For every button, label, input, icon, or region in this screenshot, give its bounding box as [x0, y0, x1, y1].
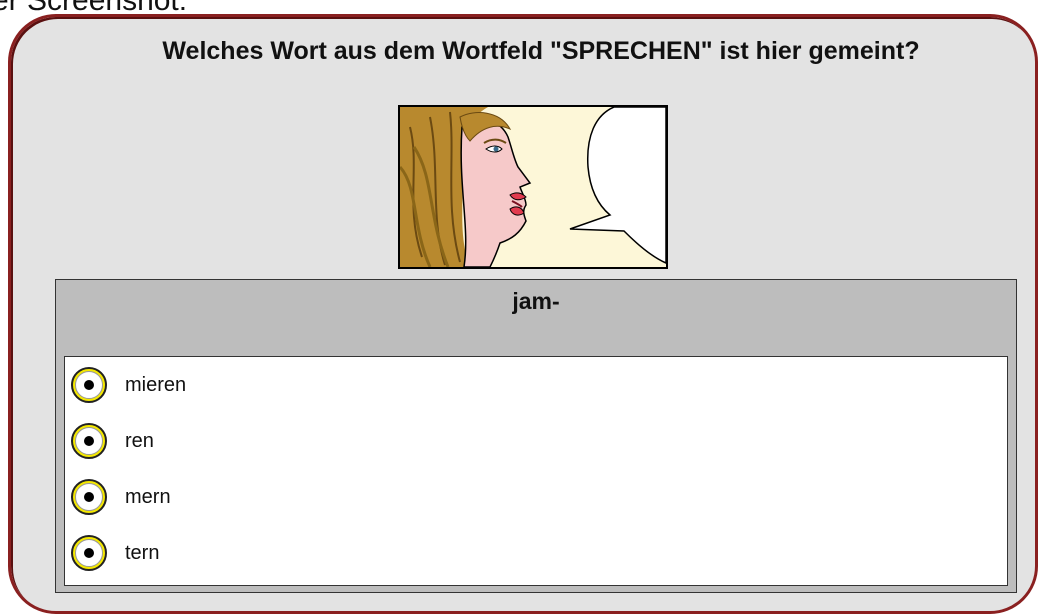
question-text: Welches Wort aus dem Wortfeld "SPRECHEN"… — [162, 37, 920, 65]
word-stem: jam- — [512, 288, 560, 314]
answer-panel: jam- mieren ren mern tern — [55, 279, 1017, 593]
speaking-woman-image — [398, 105, 668, 269]
option-mieren[interactable]: mieren — [71, 363, 186, 407]
radio-button-icon[interactable] — [71, 479, 107, 515]
option-label: ren — [125, 429, 154, 452]
option-label: mern — [125, 485, 171, 508]
option-tern[interactable]: tern — [71, 531, 159, 575]
option-ren[interactable]: ren — [71, 419, 154, 463]
quiz-card: Welches Wort aus dem Wortfeld "SPRECHEN"… — [8, 14, 1038, 614]
option-mern[interactable]: mern — [71, 475, 171, 519]
radio-button-icon[interactable] — [71, 423, 107, 459]
woman-speaking-illustration — [400, 107, 666, 267]
option-label: tern — [125, 541, 160, 564]
radio-button-icon[interactable] — [71, 367, 107, 403]
options-list: mieren ren mern tern — [64, 356, 1008, 586]
radio-button-icon[interactable] — [71, 535, 107, 571]
option-label: mieren — [125, 373, 187, 396]
